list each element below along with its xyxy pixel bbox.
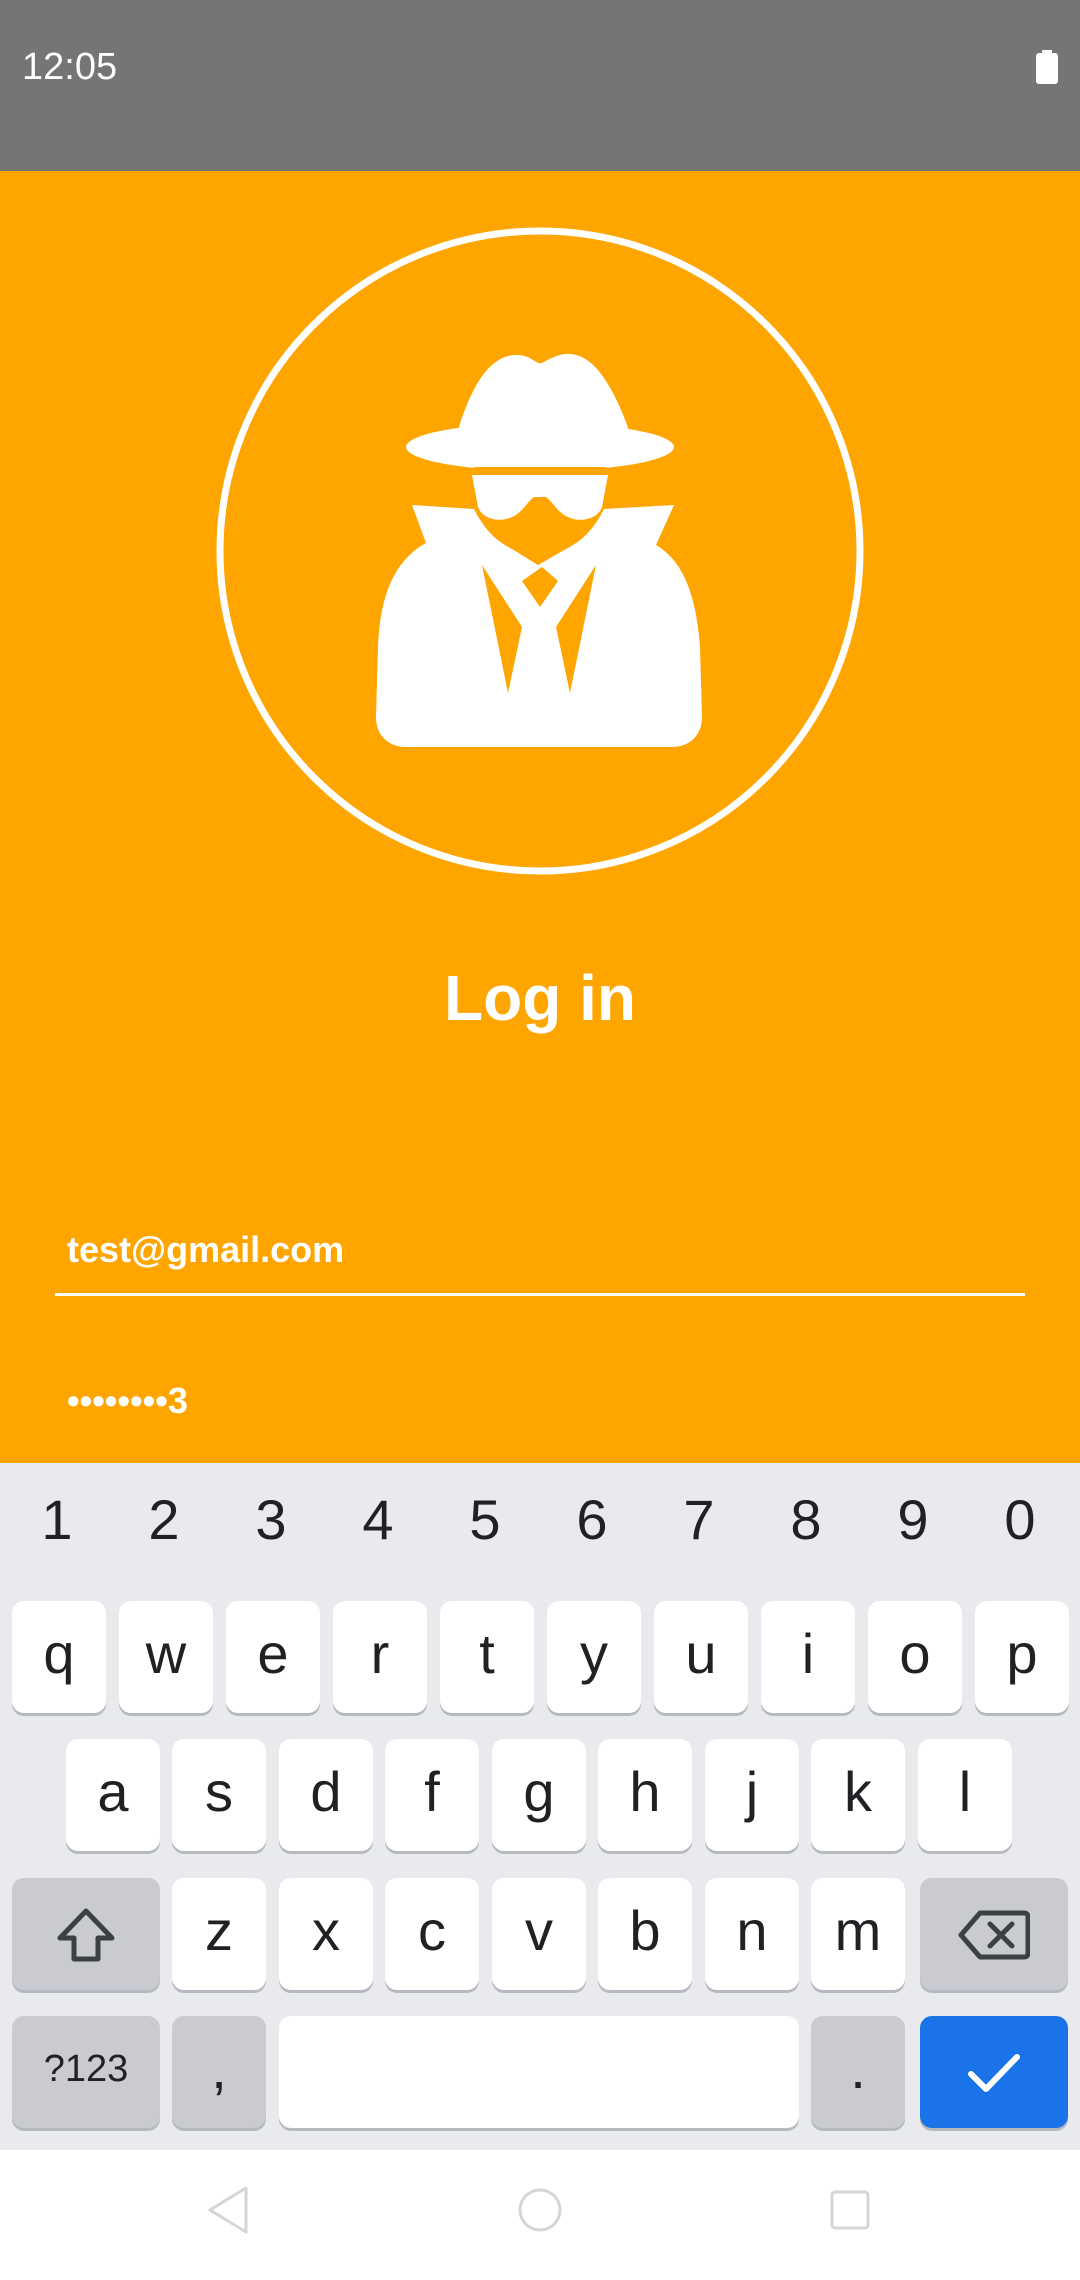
comma-key[interactable]: , <box>172 2016 266 2128</box>
shift-key[interactable] <box>12 1878 160 1990</box>
key-i[interactable]: i <box>761 1601 855 1713</box>
key-t[interactable]: t <box>440 1601 534 1713</box>
key-n[interactable]: n <box>705 1878 799 1990</box>
space-key[interactable] <box>279 2016 799 2128</box>
key-l[interactable]: l <box>918 1739 1012 1851</box>
key-7[interactable]: 7 <box>649 1487 749 1552</box>
password-field[interactable] <box>55 1361 1025 1441</box>
key-j[interactable]: j <box>705 1739 799 1851</box>
number-row: 1 2 3 4 5 6 7 8 9 0 <box>0 1463 1080 1583</box>
key-m[interactable]: m <box>811 1878 905 1990</box>
navigation-bar <box>0 2150 1080 2280</box>
enter-key[interactable] <box>920 2016 1068 2128</box>
period-key[interactable]: . <box>811 2016 905 2128</box>
key-0[interactable]: 0 <box>970 1487 1070 1552</box>
key-k[interactable]: k <box>811 1739 905 1851</box>
key-h[interactable]: h <box>598 1739 692 1851</box>
key-v[interactable]: v <box>492 1878 586 1990</box>
key-x[interactable]: x <box>279 1878 373 1990</box>
keyboard: 1 2 3 4 5 6 7 8 9 0 q w e r t y u i o p … <box>0 1463 1080 2150</box>
key-u[interactable]: u <box>654 1601 748 1713</box>
shift-icon <box>57 1908 115 1962</box>
key-e[interactable]: e <box>226 1601 320 1713</box>
key-8[interactable]: 8 <box>756 1487 856 1552</box>
key-4[interactable]: 4 <box>328 1487 428 1552</box>
page-title: Log in <box>444 962 636 1034</box>
key-c[interactable]: c <box>385 1878 479 1990</box>
key-1[interactable]: 1 <box>7 1487 107 1552</box>
battery-icon <box>1036 50 1058 84</box>
key-f[interactable]: f <box>385 1739 479 1851</box>
key-s[interactable]: s <box>172 1739 266 1851</box>
key-6[interactable]: 6 <box>542 1487 642 1552</box>
key-o[interactable]: o <box>868 1601 962 1713</box>
symbols-key[interactable]: ?123 <box>12 2016 160 2128</box>
key-b[interactable]: b <box>598 1878 692 1990</box>
spy-icon <box>216 227 864 875</box>
home-icon[interactable] <box>510 2180 570 2240</box>
key-2[interactable]: 2 <box>114 1487 214 1552</box>
status-time: 12:05 <box>22 46 118 88</box>
key-5[interactable]: 5 <box>435 1487 535 1552</box>
key-p[interactable]: p <box>975 1601 1069 1713</box>
key-z[interactable]: z <box>172 1878 266 1990</box>
key-y[interactable]: y <box>547 1601 641 1713</box>
backspace-key[interactable] <box>920 1878 1068 1990</box>
key-q[interactable]: q <box>12 1601 106 1713</box>
key-g[interactable]: g <box>492 1739 586 1851</box>
status-bar: 12:05 <box>0 0 1080 171</box>
key-d[interactable]: d <box>279 1739 373 1851</box>
email-field[interactable] <box>55 1206 1025 1296</box>
login-screen: Log in <box>0 171 1080 1463</box>
key-r[interactable]: r <box>333 1601 427 1713</box>
recents-icon[interactable] <box>820 2180 880 2240</box>
key-3[interactable]: 3 <box>221 1487 321 1552</box>
key-w[interactable]: w <box>119 1601 213 1713</box>
screen: 12:05 Log in test@gmail.com ••••••••3 1 … <box>0 0 1080 2280</box>
backspace-icon <box>958 1910 1031 1960</box>
check-icon <box>968 2054 1020 2093</box>
back-icon[interactable] <box>200 2180 260 2240</box>
key-a[interactable]: a <box>66 1739 160 1851</box>
key-9[interactable]: 9 <box>863 1487 963 1552</box>
